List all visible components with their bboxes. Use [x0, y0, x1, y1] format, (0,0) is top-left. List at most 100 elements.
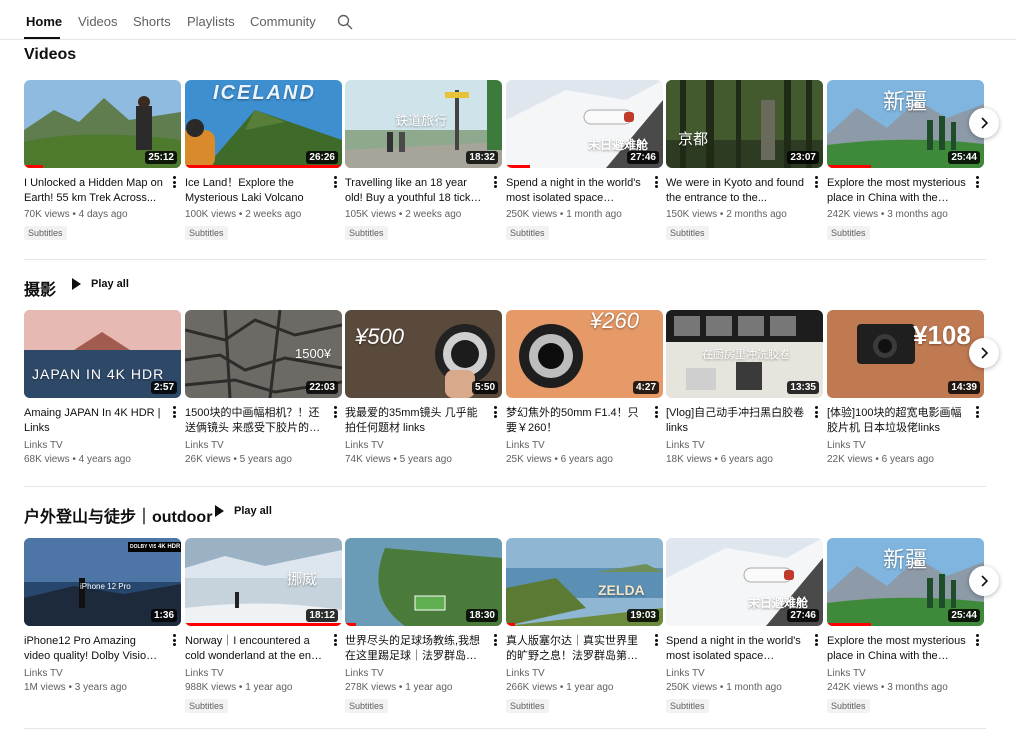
video-thumbnail[interactable]: 末日避难舱 27:46: [666, 538, 823, 626]
video-thumbnail[interactable]: 在厨房里冲洗胶卷 13:35: [666, 310, 823, 398]
video-thumbnail[interactable]: 新疆 25:44: [827, 80, 984, 168]
tab-playlists[interactable]: Playlists: [187, 14, 235, 29]
video-thumbnail[interactable]: 18:30: [345, 538, 502, 626]
shelf-next-button[interactable]: [969, 338, 999, 368]
channel-name[interactable]: Links TV: [345, 668, 502, 679]
video-card[interactable]: JAPAN IN 4K HDR 2:57 Amaing JAPAN In 4K HD…: [24, 310, 181, 465]
video-thumbnail[interactable]: 鉄道旅行 18:32: [345, 80, 502, 168]
channel-name[interactable]: Links TV: [24, 668, 181, 679]
more-actions-icon[interactable]: [490, 405, 500, 419]
more-actions-icon[interactable]: [330, 175, 340, 189]
video-card[interactable]: ICELAND 26:26 Ice Land！Explore the Mysteri…: [185, 80, 342, 241]
video-thumbnail[interactable]: 1500¥ 22:03: [185, 310, 342, 398]
video-card[interactable]: 在厨房里冲洗胶卷 13:35 [Vlog]自己动手冲扫黑白胶卷 links Links…: [666, 310, 823, 465]
video-thumbnail[interactable]: ¥108 14:39: [827, 310, 984, 398]
more-actions-icon[interactable]: [330, 633, 340, 647]
video-thumbnail[interactable]: ICELAND 26:26: [185, 80, 342, 168]
video-title[interactable]: I Unlocked a Hidden Map on Earth! 55 km …: [24, 176, 181, 206]
video-card[interactable]: 25:12 I Unlocked a Hidden Map on Earth! 5…: [24, 80, 181, 241]
video-title[interactable]: 梦幻焦外的50mm F1.4！只要￥260！: [506, 406, 663, 436]
more-actions-icon[interactable]: [972, 405, 982, 419]
video-title[interactable]: 我最爱的35mm镜头 几乎能拍任何题材 links: [345, 406, 502, 436]
video-thumbnail[interactable]: 新疆 25:44: [827, 538, 984, 626]
video-card[interactable]: 鉄道旅行 18:32 Travelling like an 18 year old!…: [345, 80, 502, 241]
video-title[interactable]: 真人版塞尔达｜真实世界里的旷野之息！法罗群岛第三集...: [506, 634, 663, 664]
video-thumbnail[interactable]: ¥500 5:50: [345, 310, 502, 398]
search-icon[interactable]: [337, 14, 353, 30]
video-title[interactable]: 世界尽头的足球场教练,我想在这里踢足球｜法罗群岛｜...: [345, 634, 502, 664]
more-actions-icon[interactable]: [169, 633, 179, 647]
channel-name[interactable]: Links TV: [666, 440, 823, 451]
video-title[interactable]: Ice Land！Explore the Mysterious Laki Vol…: [185, 176, 342, 206]
channel-name[interactable]: Links TV: [827, 440, 984, 451]
video-card[interactable]: 1500¥ 22:03 1500块的中画幅相机？！还送俩镜头 来感受下胶片的魅...…: [185, 310, 342, 465]
channel-name[interactable]: Links TV: [185, 440, 342, 451]
video-title[interactable]: Spend a night in the world's most isolat…: [666, 634, 823, 664]
thumbnail-overlay-text: 1500¥: [295, 346, 332, 361]
more-actions-icon[interactable]: [972, 633, 982, 647]
video-title[interactable]: Explore the most mysterious place in Chi…: [827, 634, 984, 664]
video-card[interactable]: 京都 23:07 We were in Kyoto and found the en…: [666, 80, 823, 241]
video-card[interactable]: 18:30 世界尽头的足球场教练,我想在这里踢足球｜法罗群岛｜... Links T…: [345, 538, 502, 714]
video-title[interactable]: Amaing JAPAN In 4K HDR | Links: [24, 406, 181, 436]
video-card[interactable]: ¥500 5:50 我最爱的35mm镜头 几乎能拍任何题材 links Links T…: [345, 310, 502, 465]
more-actions-icon[interactable]: [972, 175, 982, 189]
video-card[interactable]: 挪威 18:12 Norway｜I encountered a cold wonde…: [185, 538, 342, 714]
more-actions-icon[interactable]: [169, 405, 179, 419]
more-actions-icon[interactable]: [169, 175, 179, 189]
shelf-next-button[interactable]: [969, 566, 999, 596]
play-all-button[interactable]: Play all: [72, 278, 129, 290]
video-title[interactable]: Explore the most mysterious place in Chi…: [827, 176, 984, 206]
video-title[interactable]: Norway｜I encountered a cold wonderland a…: [185, 634, 342, 664]
video-title[interactable]: Travelling like an 18 year old! Buy a yo…: [345, 176, 502, 206]
thumbnail-overlay-text: 京都: [678, 131, 709, 148]
channel-name[interactable]: Links TV: [506, 668, 663, 679]
video-title[interactable]: [体验]100块的超宽电影画幅胶片机 日本垃圾佬links: [827, 406, 984, 436]
video-duration: 27:46: [627, 151, 659, 164]
video-thumbnail[interactable]: iPhone 12 Pro DOLBY VISION 4K HDR 1:36: [24, 538, 181, 626]
shelf-divider: [24, 728, 986, 729]
more-actions-icon[interactable]: [811, 405, 821, 419]
more-actions-icon[interactable]: [651, 175, 661, 189]
video-title[interactable]: We were in Kyoto and found the entrance …: [666, 176, 823, 206]
channel-name[interactable]: Links TV: [827, 668, 984, 679]
video-thumbnail[interactable]: 挪威 18:12: [185, 538, 342, 626]
more-actions-icon[interactable]: [490, 175, 500, 189]
channel-name[interactable]: Links TV: [506, 440, 663, 451]
video-card[interactable]: ¥260 4:27 梦幻焦外的50mm F1.4！只要￥260！ Links TV 25…: [506, 310, 663, 465]
shelf-next-button[interactable]: [969, 108, 999, 138]
video-meta: 988K views • 1 year ago: [185, 682, 293, 693]
more-actions-icon[interactable]: [651, 405, 661, 419]
video-title[interactable]: Spend a night in the world's most isolat…: [506, 176, 663, 206]
channel-name[interactable]: Links TV: [185, 668, 342, 679]
video-card[interactable]: 末日避难舱 27:46 Spend a night in the world's m…: [666, 538, 823, 714]
channel-name[interactable]: Links TV: [24, 440, 181, 451]
tab-videos[interactable]: Videos: [78, 14, 118, 29]
video-card[interactable]: 末日避难舱 27:46 Spend a night in the world's m…: [506, 80, 663, 241]
video-thumbnail[interactable]: ¥260 4:27: [506, 310, 663, 398]
video-card[interactable]: ¥108 14:39 [体验]100块的超宽电影画幅胶片机 日本垃圾佬links Li…: [827, 310, 984, 465]
more-actions-icon[interactable]: [811, 633, 821, 647]
video-thumbnail[interactable]: JAPAN IN 4K HDR 2:57: [24, 310, 181, 398]
tab-community[interactable]: Community: [250, 14, 316, 29]
video-title[interactable]: [Vlog]自己动手冲扫黑白胶卷 links: [666, 406, 823, 436]
play-all-button[interactable]: Play all: [215, 505, 272, 517]
video-card[interactable]: 新疆 25:44 Explore the most mysterious place…: [827, 538, 984, 714]
video-thumbnail[interactable]: 末日避难舱 27:46: [506, 80, 663, 168]
video-card[interactable]: iPhone 12 Pro DOLBY VISION 4K HDR 1:36 iPhon…: [24, 538, 181, 693]
more-actions-icon[interactable]: [811, 175, 821, 189]
channel-name[interactable]: Links TV: [345, 440, 502, 451]
video-card[interactable]: ZELDA 19:03 真人版塞尔达｜真实世界里的旷野之息！法罗群岛第三集... Li…: [506, 538, 663, 714]
channel-name[interactable]: Links TV: [666, 668, 823, 679]
video-card[interactable]: 新疆 25:44 Explore the most mysterious place…: [827, 80, 984, 241]
more-actions-icon[interactable]: [651, 633, 661, 647]
video-title[interactable]: 1500块的中画幅相机？！还送俩镜头 来感受下胶片的魅...: [185, 406, 342, 436]
tab-home[interactable]: Home: [26, 14, 62, 29]
tab-shorts[interactable]: Shorts: [133, 14, 171, 29]
video-title[interactable]: iPhone12 Pro Amazing video quality! Dolb…: [24, 634, 181, 664]
video-thumbnail[interactable]: 25:12: [24, 80, 181, 168]
more-actions-icon[interactable]: [490, 633, 500, 647]
more-actions-icon[interactable]: [330, 405, 340, 419]
video-thumbnail[interactable]: 京都 23:07: [666, 80, 823, 168]
video-thumbnail[interactable]: ZELDA 19:03: [506, 538, 663, 626]
